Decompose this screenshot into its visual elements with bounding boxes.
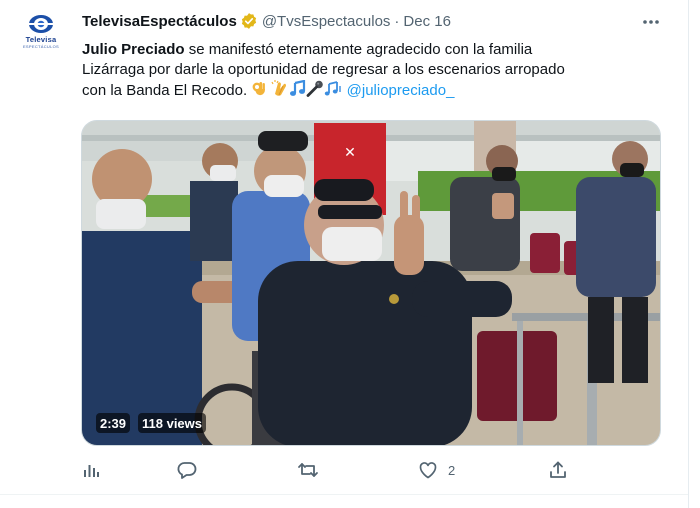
svg-text:✕: ✕ <box>344 145 356 161</box>
tweet-text-segment-3: con la Banda El Recodo. <box>82 82 248 99</box>
author-name[interactable]: TelevisaEspectáculos <box>82 13 237 30</box>
tweet-header: TelevisaEspectáculos @TvsEspectaculos · … <box>82 11 451 31</box>
like-count: 2 <box>448 462 456 478</box>
heart-icon <box>419 462 437 479</box>
tweet-text-segment-1: se manifestó eternamente agradecido con … <box>184 41 533 58</box>
musical-note-icon <box>289 79 306 103</box>
timeline-border <box>688 0 700 508</box>
author-handle[interactable]: @TvsEspectaculos <box>262 13 391 30</box>
avatar-brand-text: Televisa <box>25 35 57 44</box>
verified-badge-icon <box>240 12 258 30</box>
bar-chart-icon <box>84 465 99 477</box>
analytics-button[interactable] <box>82 458 100 482</box>
retweet-arrows-icon <box>298 463 318 477</box>
tweet-card[interactable]: Televisa ESPECTÁCULOS TelevisaEspectácul… <box>0 0 700 508</box>
mentioned-name: Julio Preciado <box>82 41 185 58</box>
retweet-button[interactable] <box>297 458 319 482</box>
header-separator: · <box>394 12 400 30</box>
ok-hand-icon <box>251 80 267 103</box>
tweet-date[interactable]: Dec 16 <box>403 13 451 30</box>
clapping-hands-icon <box>271 80 289 103</box>
video-duration: 2:39 <box>96 413 131 433</box>
video-views: 118 views <box>138 413 206 433</box>
tweet-text-line-2: Lizárraga por darle la oportunidad de re… <box>82 61 565 78</box>
reply-button[interactable] <box>177 458 197 482</box>
share-upload-icon <box>550 461 566 478</box>
more-options-icon[interactable] <box>640 12 662 32</box>
mention-link[interactable]: @juliopreciado_ <box>347 82 455 99</box>
video-thumbnail: ✕ <box>82 121 660 445</box>
microphone-icon <box>306 80 324 103</box>
tweet-text-line-3: con la Banda El Recodo. @juliopreciado_ <box>82 79 642 103</box>
televisa-logo-icon <box>28 15 54 33</box>
avatar-brand-subtext: ESPECTÁCULOS <box>22 44 60 49</box>
speech-bubble-icon <box>177 462 197 479</box>
tweet-divider <box>0 494 688 495</box>
tweet-actions: 2 <box>82 458 582 482</box>
tweet-text-line-1: Julio Preciado se manifestó eternamente … <box>82 40 642 60</box>
like-button[interactable]: 2 <box>418 458 455 482</box>
video-player[interactable]: ✕ 2:39 118 views <box>81 120 661 446</box>
tweet-text: Julio Preciado se manifestó eternamente … <box>82 40 642 103</box>
musical-notes-icon <box>324 80 342 103</box>
author-avatar[interactable]: Televisa ESPECTÁCULOS <box>16 10 66 60</box>
share-button[interactable] <box>548 458 568 482</box>
